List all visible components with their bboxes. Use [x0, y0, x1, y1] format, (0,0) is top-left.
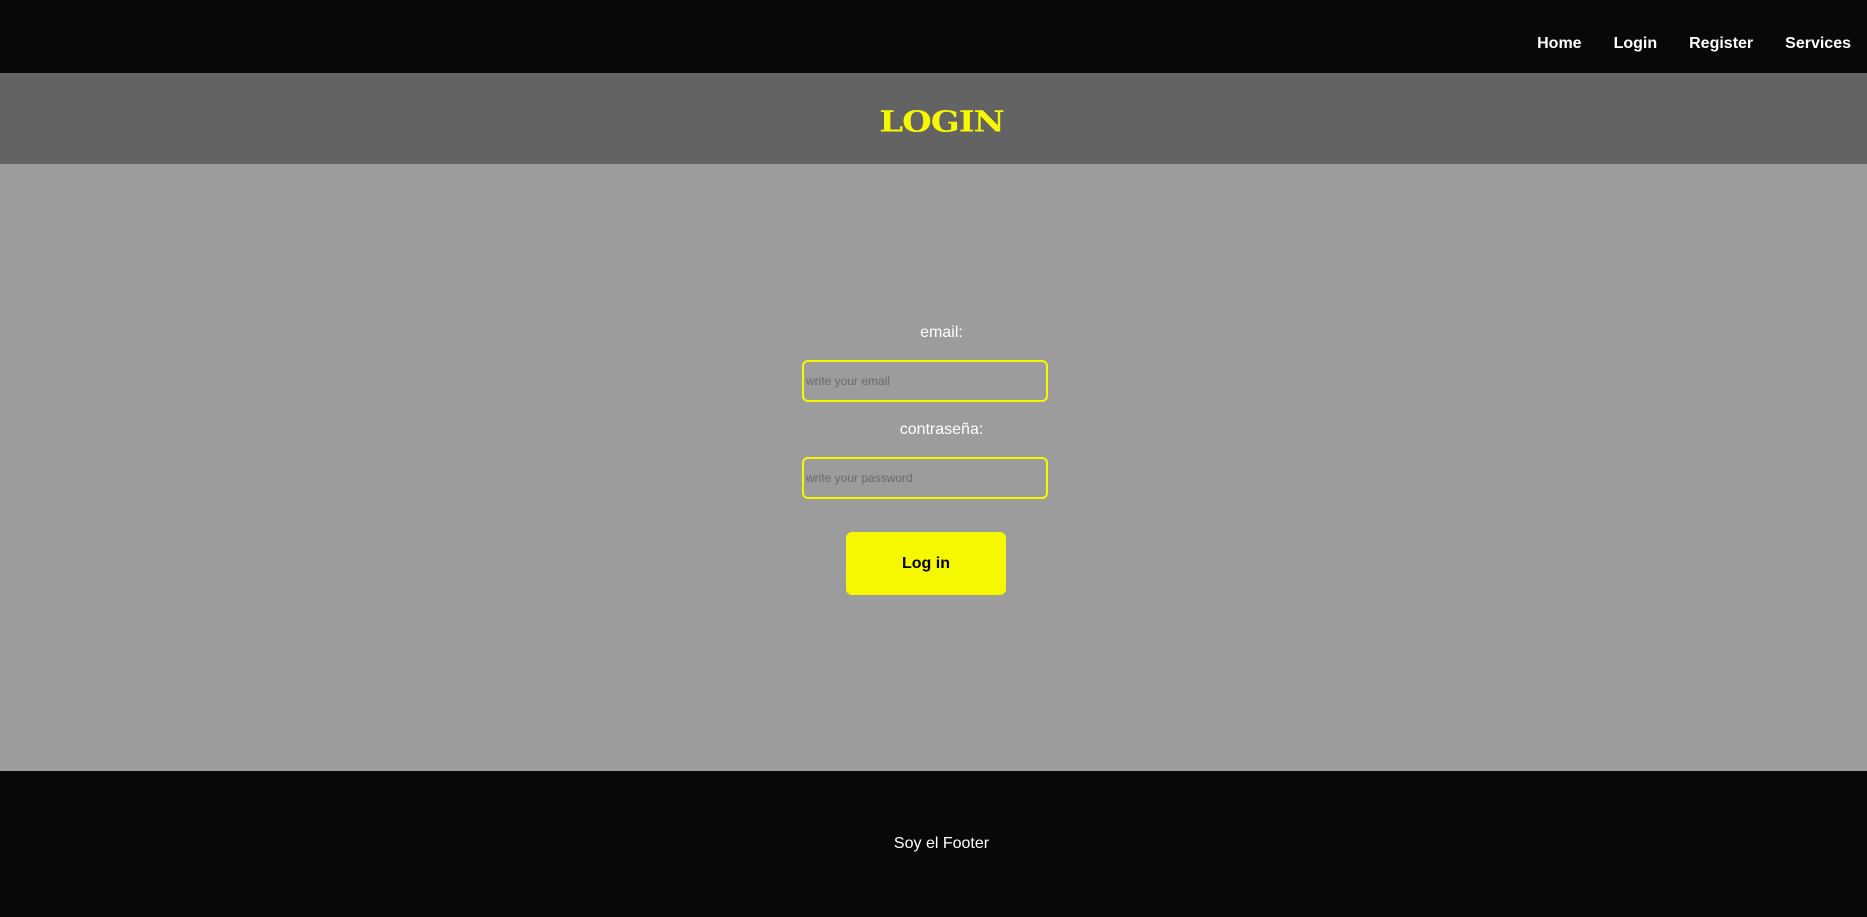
email-label: email: [920, 324, 963, 341]
email-input[interactable] [802, 360, 1048, 402]
page-title: LOGIN [879, 104, 1005, 139]
page-header: LOGIN [0, 73, 1867, 164]
nav-link-register[interactable]: Register [1689, 35, 1753, 53]
footer: Soy el Footer [0, 771, 1867, 917]
password-input[interactable] [802, 457, 1048, 499]
nav-link-home[interactable]: Home [1537, 35, 1581, 53]
password-label: contraseña: [899, 421, 984, 438]
main-content: email: contraseña: Log in [0, 164, 1867, 771]
login-button[interactable]: Log in [846, 532, 1006, 595]
nav-link-login[interactable]: Login [1614, 35, 1658, 53]
footer-text: Soy el Footer [893, 835, 990, 852]
nav-link-services[interactable]: Services [1785, 35, 1851, 53]
navbar: Home Login Register Services [0, 0, 1867, 73]
